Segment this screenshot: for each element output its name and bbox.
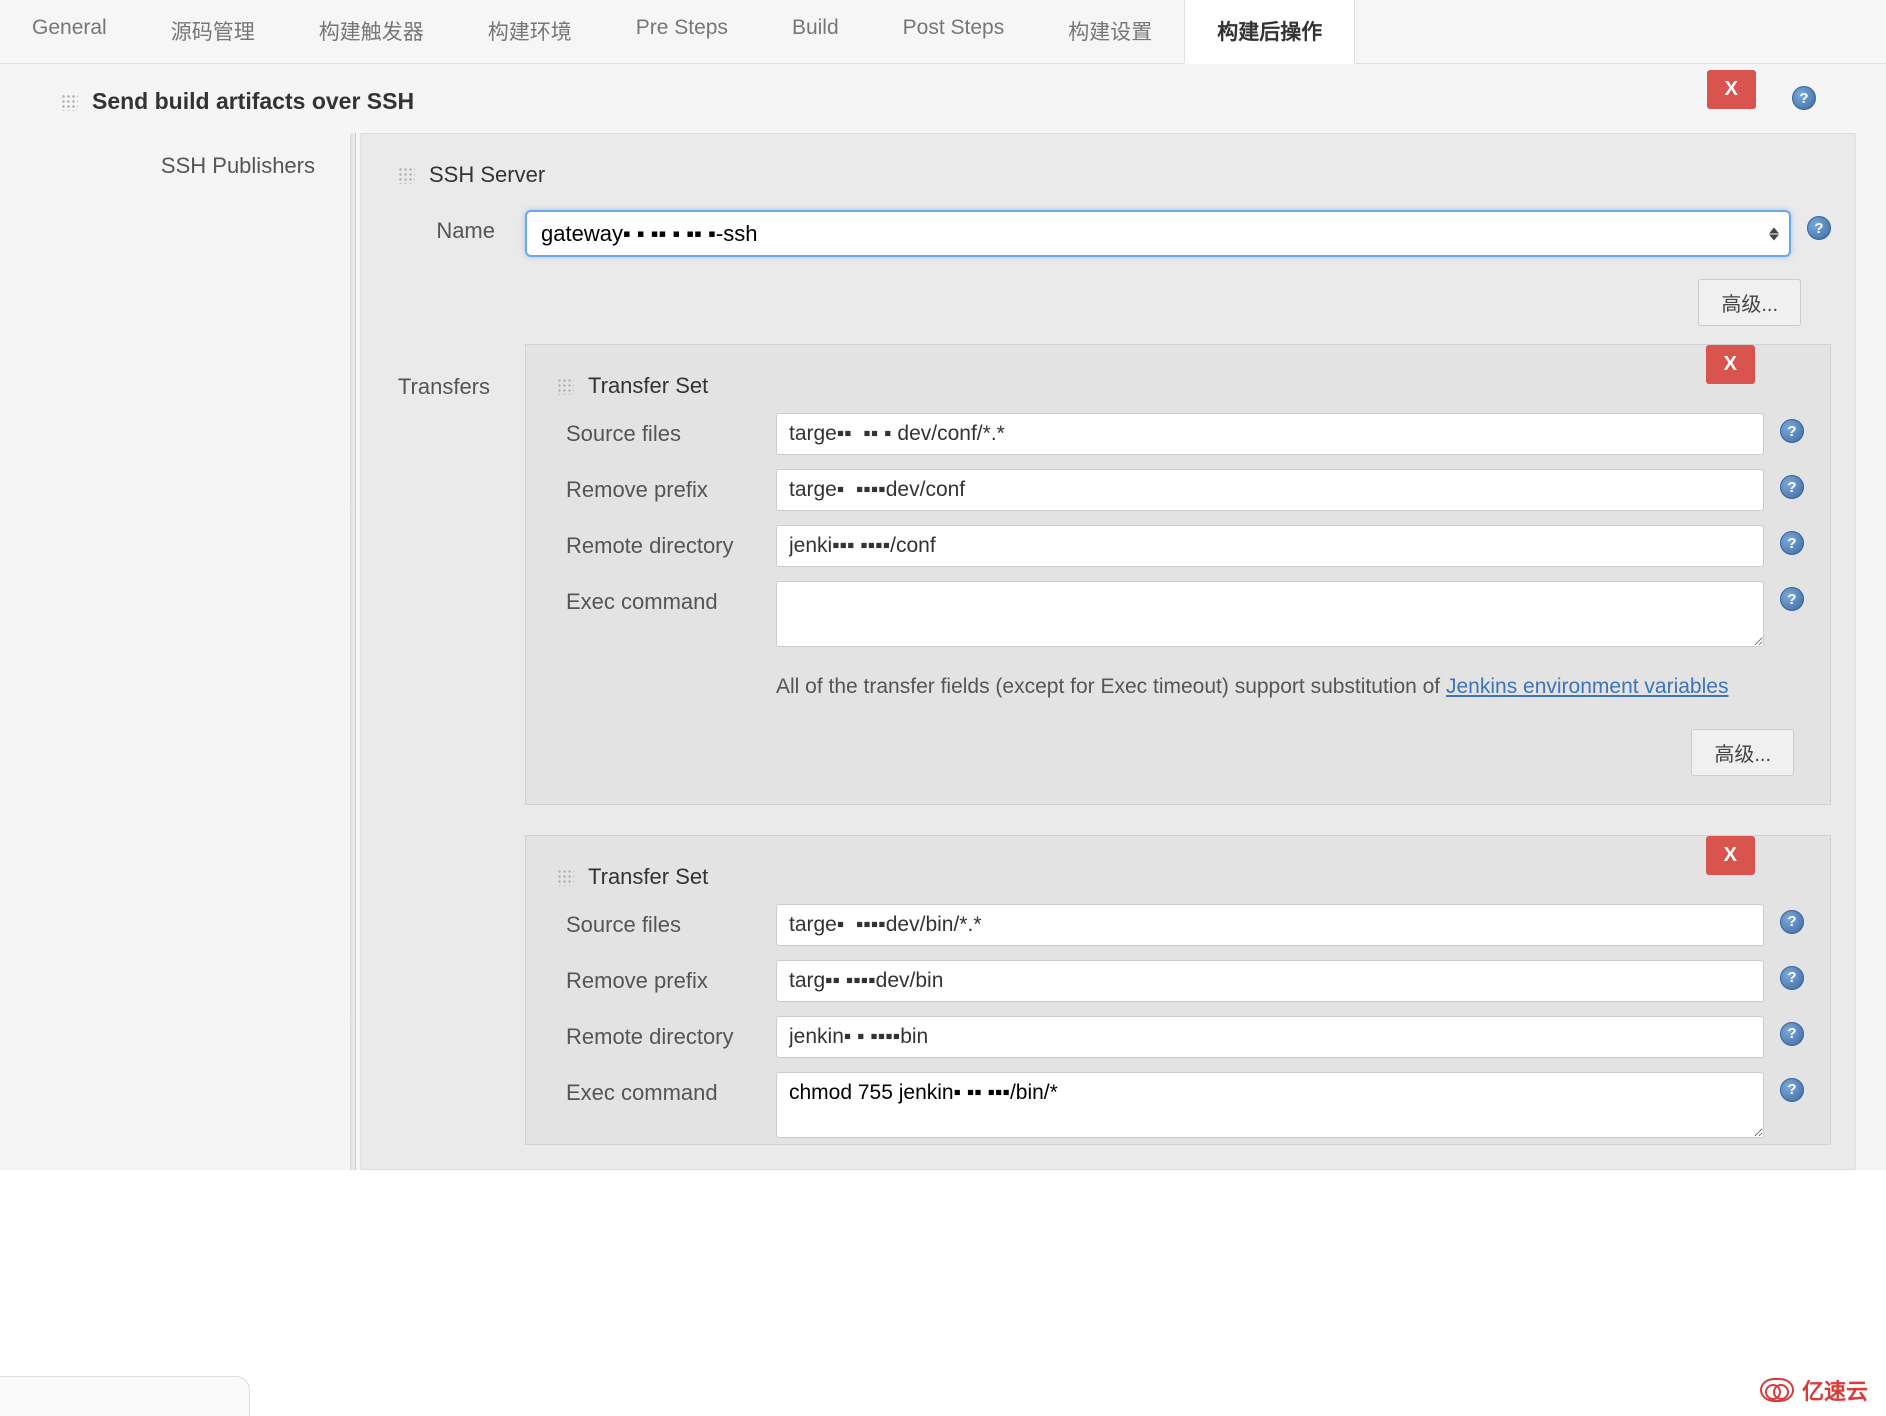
source-files-label: Source files bbox=[566, 413, 776, 447]
ssh-server-header: SSH Server bbox=[385, 162, 1831, 188]
drag-handle-icon[interactable] bbox=[556, 868, 574, 886]
help-icon[interactable]: ? bbox=[1780, 419, 1804, 443]
help-icon[interactable]: ? bbox=[1780, 910, 1804, 934]
transfer-set-panel: X Transfer Set Source files bbox=[525, 344, 1831, 805]
tab-poststeps[interactable]: Post Steps bbox=[871, 0, 1037, 63]
help-icon[interactable]: ? bbox=[1807, 216, 1831, 240]
post-build-section: Send build artifacts over SSH X ? SSH Pu… bbox=[0, 64, 1886, 1170]
server-name-select[interactable]: gateway▪ ▪ ▪▪ ▪ ▪▪ ▪-ssh bbox=[525, 210, 1791, 257]
delete-step-button[interactable]: X bbox=[1707, 70, 1756, 109]
exec-cmd-label: Exec command bbox=[566, 581, 776, 615]
help-icon[interactable]: ? bbox=[1780, 531, 1804, 555]
exec-cmd-textarea[interactable]: chmod 755 jenkin▪ ▪▪ ▪▪▪/bin/* bbox=[776, 1072, 1764, 1138]
section-title: Send build artifacts over SSH bbox=[92, 88, 414, 115]
source-files-label: Source files bbox=[566, 904, 776, 938]
ssh-publishers-label: SSH Publishers bbox=[60, 133, 350, 1170]
transfer-set-header: Transfer Set bbox=[544, 864, 1804, 890]
section-header: Send build artifacts over SSH bbox=[60, 76, 1856, 133]
remote-dir-input[interactable] bbox=[776, 1016, 1764, 1058]
tab-presteps[interactable]: Pre Steps bbox=[604, 0, 760, 63]
tabs-bar: General 源码管理 构建触发器 构建环境 Pre Steps Build … bbox=[0, 0, 1886, 64]
env-vars-link[interactable]: Jenkins environment variables bbox=[1446, 675, 1728, 698]
tab-scm[interactable]: 源码管理 bbox=[139, 0, 287, 63]
exec-cmd-label: Exec command bbox=[566, 1072, 776, 1106]
ssh-server-panel: SSH Server Name gateway▪ ▪ ▪▪ ▪ ▪▪ ▪-ssh… bbox=[360, 133, 1856, 1170]
server-name-label: Name bbox=[385, 210, 525, 244]
remove-prefix-input[interactable] bbox=[776, 960, 1764, 1002]
remote-dir-label: Remote directory bbox=[566, 1016, 776, 1050]
remove-prefix-input[interactable] bbox=[776, 469, 1764, 511]
source-files-input[interactable] bbox=[776, 413, 1764, 455]
remove-prefix-label: Remove prefix bbox=[566, 469, 776, 503]
tab-postbuild[interactable]: 构建后操作 bbox=[1184, 0, 1355, 64]
transfer-note: All of the transfer fields (except for E… bbox=[776, 661, 1804, 703]
transfer-set-panel: X Transfer Set Source files bbox=[525, 835, 1831, 1145]
drag-handle-icon[interactable] bbox=[397, 166, 415, 184]
transfers-label: Transfers bbox=[385, 344, 525, 1145]
transfer-set-header: Transfer Set bbox=[544, 373, 1804, 399]
tab-triggers[interactable]: 构建触发器 bbox=[287, 0, 456, 63]
help-icon[interactable]: ? bbox=[1780, 1022, 1804, 1046]
remote-dir-input[interactable] bbox=[776, 525, 1764, 567]
advanced-button[interactable]: 高级... bbox=[1691, 729, 1794, 776]
delete-transfer-button[interactable]: X bbox=[1706, 836, 1755, 875]
help-icon[interactable]: ? bbox=[1780, 966, 1804, 990]
help-icon[interactable]: ? bbox=[1780, 1078, 1804, 1102]
floating-panel-edge bbox=[0, 1376, 250, 1416]
source-files-input[interactable] bbox=[776, 904, 1764, 946]
advanced-button[interactable]: 高级... bbox=[1698, 279, 1801, 326]
help-icon[interactable]: ? bbox=[1780, 475, 1804, 499]
help-icon[interactable]: ? bbox=[1792, 86, 1816, 110]
remove-prefix-label: Remove prefix bbox=[566, 960, 776, 994]
tab-build[interactable]: Build bbox=[760, 0, 871, 63]
tab-buildsettings[interactable]: 构建设置 bbox=[1036, 0, 1184, 63]
watermark: 亿速云 bbox=[1760, 1374, 1868, 1406]
remote-dir-label: Remote directory bbox=[566, 525, 776, 559]
delete-transfer-button[interactable]: X bbox=[1706, 345, 1755, 384]
help-icon[interactable]: ? bbox=[1780, 587, 1804, 611]
watermark-logo-icon bbox=[1760, 1378, 1794, 1402]
drag-handle-icon[interactable] bbox=[556, 377, 574, 395]
panel-resize-bar[interactable] bbox=[350, 133, 356, 1170]
exec-cmd-textarea[interactable] bbox=[776, 581, 1764, 647]
drag-handle-icon[interactable] bbox=[60, 93, 78, 111]
tab-env[interactable]: 构建环境 bbox=[456, 0, 604, 63]
tab-general[interactable]: General bbox=[0, 0, 139, 63]
